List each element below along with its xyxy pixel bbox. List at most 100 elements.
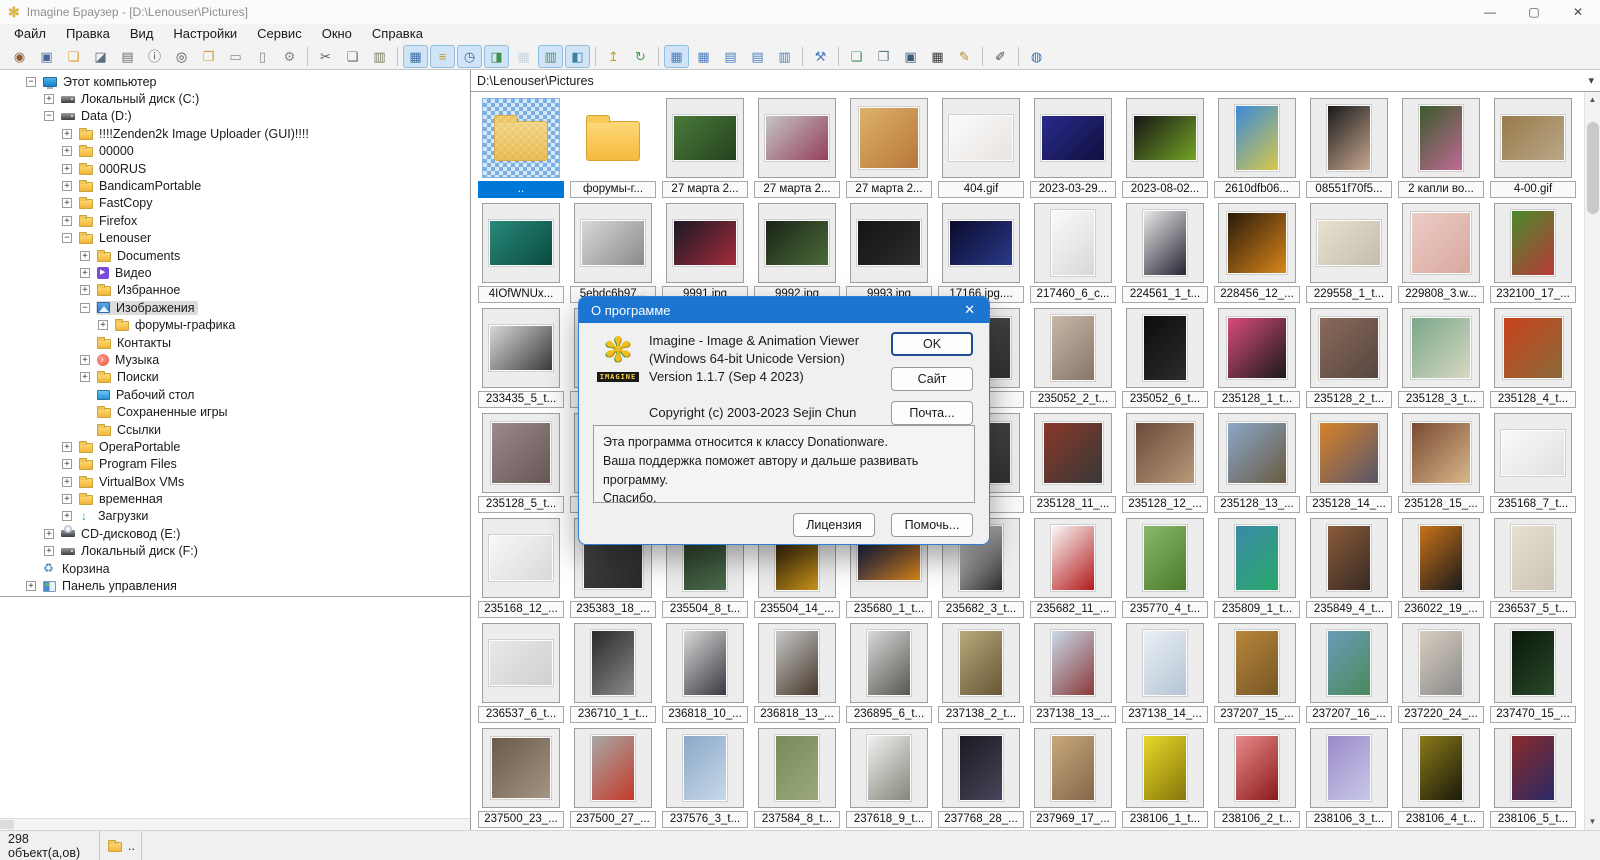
tree-toggle-icon[interactable]: + [62, 128, 72, 139]
thumbnail-cell[interactable]: 237500_23_... [475, 724, 567, 829]
thumbnail-cell[interactable]: 236818_13_... [751, 619, 843, 724]
thumbnail-cell[interactable]: 9993.jpg [843, 199, 935, 304]
horizontal-scrollbar[interactable] [0, 818, 470, 830]
info-button[interactable]: ⓘ [142, 45, 167, 68]
thumbnail-cell[interactable]: 238106_4_t... [1395, 724, 1487, 829]
thumbnail-cell[interactable]: 236895_6_t... [843, 619, 935, 724]
donate-help-button[interactable]: Помочь... [891, 513, 973, 537]
thumbnail-cell[interactable]: 237768_28_... [935, 724, 1027, 829]
tree-toggle-icon[interactable]: − [62, 233, 72, 244]
history-pane-button[interactable]: ◷ [457, 45, 482, 68]
thumbnail-cell[interactable]: 235128_13_... [1211, 409, 1303, 514]
page-pane-button[interactable]: ▥ [538, 45, 563, 68]
menu-item-1[interactable]: Правка [56, 24, 120, 44]
thumbnail-cell[interactable]: 236022_19_... [1395, 514, 1487, 619]
thumbnail-cell[interactable]: 237138_2_t... [935, 619, 1027, 724]
tree-item[interactable]: − Lenouser [0, 230, 470, 247]
tree-item[interactable]: + временная [0, 490, 470, 507]
view-large-thumbs-button[interactable]: ▦ [664, 45, 689, 68]
delete-button[interactable]: ▯ [250, 45, 275, 68]
thumbnail-cell[interactable]: 235052_2_t... [1027, 304, 1119, 409]
file-settings-button[interactable]: ⚙ [277, 45, 302, 68]
filmstrip-pane-button[interactable]: ◧ [565, 45, 590, 68]
thumbnail-cell[interactable]: 235128_12_... [1119, 409, 1211, 514]
thumbnail-cell[interactable]: 235128_2_t... [1303, 304, 1395, 409]
tree-toggle-icon[interactable]: + [62, 476, 72, 487]
thumbnail-cell[interactable]: 4-00.gif [1487, 94, 1579, 199]
tree-item[interactable]: − Data (D:) [0, 108, 470, 125]
tree-item[interactable]: + VirtualBox VMs [0, 473, 470, 490]
license-button[interactable]: Лицензия [793, 513, 875, 537]
view-list-button[interactable]: ▤ [745, 45, 770, 68]
menu-item-3[interactable]: Настройки [163, 24, 247, 44]
tree-item[interactable]: + Локальный диск (F:) [0, 543, 470, 560]
thumbnail-cell[interactable]: 27 марта 2... [843, 94, 935, 199]
scroll-down-icon[interactable]: ▼ [1585, 814, 1600, 830]
menu-item-4[interactable]: Сервис [247, 24, 312, 44]
folder-up-button[interactable]: ↥ [601, 45, 626, 68]
thumbnail-cell[interactable]: 235128_1_t... [1211, 304, 1303, 409]
tree-item[interactable]: + Загрузки [0, 508, 470, 525]
thumbnail-cell[interactable]: 237138_14_... [1119, 619, 1211, 724]
tree-toggle-icon[interactable]: − [80, 302, 90, 313]
cut-button[interactable]: ✂ [313, 45, 338, 68]
thumbnail-cell[interactable]: 217460_6_c... [1027, 199, 1119, 304]
tree-item[interactable]: + CD-дисковод (E:) [0, 525, 470, 542]
thumbnail-cell[interactable]: 237207_16_... [1303, 619, 1395, 724]
thumbnail-cell[interactable]: 235168_7_t... [1487, 409, 1579, 514]
tree-toggle-icon[interactable]: + [62, 181, 72, 192]
screenshot-button[interactable]: ▣ [898, 45, 923, 68]
tree-item[interactable]: + Program Files [0, 456, 470, 473]
thumbnail-cell[interactable]: 229808_3.w... [1395, 199, 1487, 304]
thumbnail-cell[interactable]: 232100_17_... [1487, 199, 1579, 304]
tree-item[interactable]: + Музыка [0, 351, 470, 368]
thumbnail-cell[interactable]: 233435_5_t... [475, 304, 567, 409]
edit-button[interactable]: ✎ [952, 45, 977, 68]
batch-button[interactable]: ❐ [871, 45, 896, 68]
tree-item[interactable]: Контакты [0, 334, 470, 351]
tree-item[interactable]: Рабочий стол [0, 386, 470, 403]
site-button[interactable]: Сайт [891, 367, 973, 391]
save-button[interactable]: ◪ [88, 45, 113, 68]
tree-toggle-icon[interactable]: + [44, 94, 54, 105]
path-bar[interactable]: D:\Lenouser\Pictures ▾ [471, 70, 1600, 92]
thumbnail-cell[interactable]: 236537_5_t... [1487, 514, 1579, 619]
thumbnail-cell[interactable]: 08551f70f5... [1303, 94, 1395, 199]
menu-item-0[interactable]: Файл [4, 24, 56, 44]
tree-toggle-icon[interactable]: + [80, 267, 90, 278]
tree-toggle-icon[interactable]: + [62, 459, 72, 470]
thumbnail-cell[interactable]: 235128_15_... [1395, 409, 1487, 514]
thumbnail-cell[interactable]: 238106_2_t... [1211, 724, 1303, 829]
thumbnail-cell[interactable]: 2023-03-29... [1027, 94, 1119, 199]
menu-item-2[interactable]: Вид [120, 24, 164, 44]
thumbnail-cell[interactable]: 237220_24_... [1395, 619, 1487, 724]
thumbnail-cell[interactable]: 235849_4_t... [1303, 514, 1395, 619]
capture-button[interactable]: ◎ [169, 45, 194, 68]
thumbnail-cell[interactable]: 237618_9_t... [843, 724, 935, 829]
thumbnail-cell[interactable]: 237138_13_... [1027, 619, 1119, 724]
maximize-button[interactable]: ▢ [1512, 0, 1556, 24]
scrollbar-thumb[interactable] [1587, 122, 1599, 214]
thumbnail-cell[interactable]: 229558_1_t... [1303, 199, 1395, 304]
thumbnail-cell[interactable]: 224561_1_t... [1119, 199, 1211, 304]
view-button[interactable]: ◉ [7, 45, 32, 68]
thumbnail-cell[interactable]: 235682_11_... [1027, 514, 1119, 619]
thumbnail-cell[interactable]: 235809_1_t... [1211, 514, 1303, 619]
thumbnail-cell[interactable]: 9992.jpg [751, 199, 843, 304]
thumbnail-cell[interactable]: 238106_5_t... [1487, 724, 1579, 829]
thumbnail-cell[interactable]: 27 марта 2... [659, 94, 751, 199]
thumbnail-cell[interactable]: 5ebdc6b97... [567, 199, 659, 304]
tree-toggle-icon[interactable]: + [62, 494, 72, 505]
add-images-button[interactable]: ❏ [844, 45, 869, 68]
view-small-thumbs-button[interactable]: ▤ [718, 45, 743, 68]
thumbnail-cell[interactable]: 2610dfb06... [1211, 94, 1303, 199]
tree-item[interactable]: +000RUS [0, 160, 470, 177]
refresh-button[interactable]: ↻ [628, 45, 653, 68]
rename-button[interactable]: ▭ [223, 45, 248, 68]
thumbnail-cell[interactable]: 235168_12_... [475, 514, 567, 619]
thumbnail-cell[interactable]: 2 капли во... [1395, 94, 1487, 199]
scrollbar-track[interactable] [1585, 108, 1600, 814]
thumbnail-cell[interactable]: .. [475, 94, 567, 199]
preview-pane-button[interactable]: ◨ [484, 45, 509, 68]
tree-toggle-icon[interactable]: + [62, 215, 72, 226]
